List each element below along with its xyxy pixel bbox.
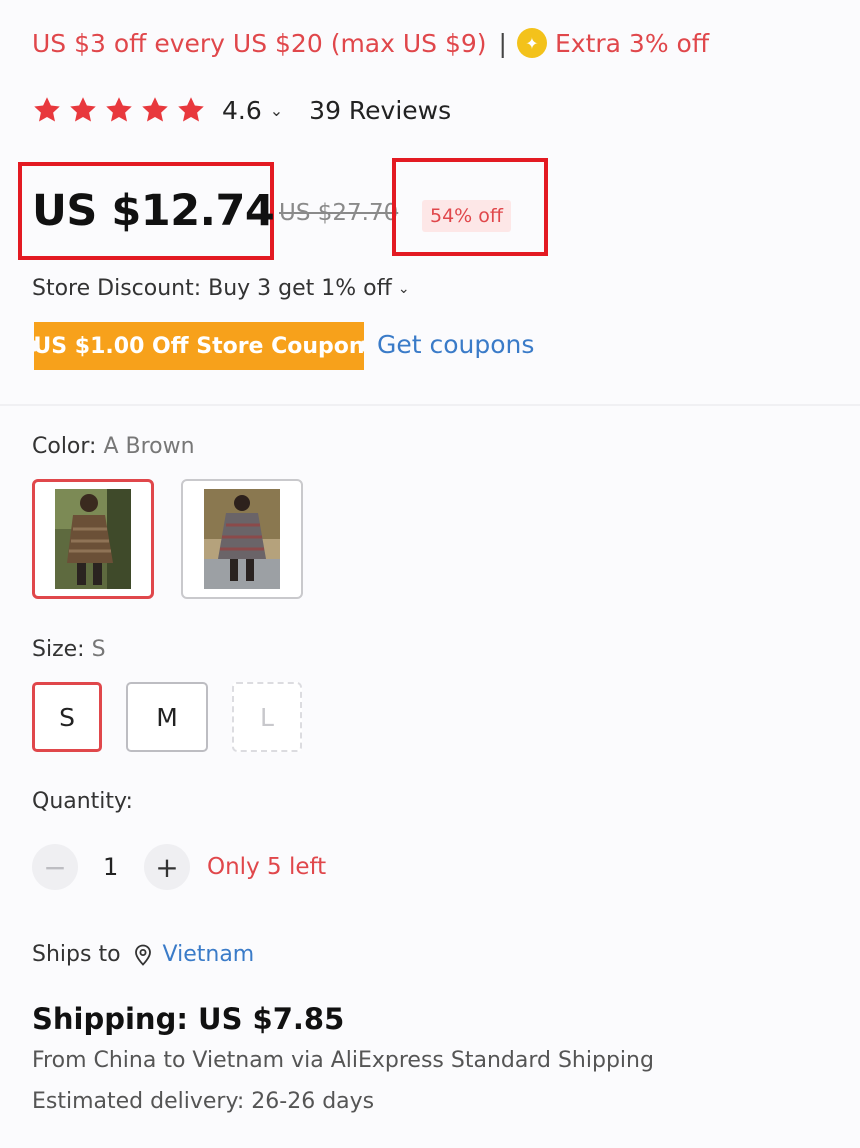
get-coupons-link[interactable]: Get coupons [377, 330, 534, 359]
star-icon [106, 97, 132, 122]
star-icon [34, 97, 60, 122]
rating-stars [32, 95, 206, 125]
store-discount-text: Store Discount: Buy 3 get 1% off [32, 276, 392, 301]
size-label-text: Size: [32, 637, 92, 662]
color-label: Color: A Brown [32, 434, 195, 459]
shipping-route: From China to Vietnam via AliExpress Sta… [32, 1048, 654, 1073]
extra-discount-text[interactable]: Extra 3% off [555, 29, 709, 58]
size-value: S [91, 637, 106, 662]
star-icon [178, 97, 204, 122]
color-option-a-brown[interactable] [32, 479, 154, 599]
quantity-minus-button[interactable]: − [32, 844, 78, 890]
promo-separator: | [498, 28, 507, 58]
ships-to-country[interactable]: Vietnam [163, 942, 255, 967]
color-value: A Brown [103, 434, 195, 459]
reviews-link[interactable]: 39 Reviews [309, 96, 451, 125]
size-label: Size: S [32, 637, 106, 662]
section-divider [0, 404, 860, 406]
current-price: US $12.74 [32, 186, 275, 236]
stock-notice: Only 5 left [207, 854, 327, 880]
original-price: US $27.70 [279, 200, 399, 226]
ships-to-row[interactable]: Ships to Vietnam [32, 942, 254, 967]
store-coupon-badge: US $1.00 Off Store Coupon [33, 322, 365, 370]
estimated-delivery: Estimated delivery: 26-26 days [32, 1089, 375, 1114]
store-discount[interactable]: Store Discount: Buy 3 get 1% off ⌄ [32, 276, 410, 301]
shipping-cost: Shipping: US $7.85 [32, 1002, 345, 1036]
product-thumbnail [204, 489, 280, 589]
ships-to-label: Ships to [32, 942, 121, 967]
size-option-m[interactable]: M [126, 682, 208, 752]
promo-text: US $3 off every US $20 (max US $9) [32, 28, 487, 58]
quantity-label: Quantity: [32, 789, 133, 814]
star-icon [142, 97, 168, 122]
location-pin-icon [134, 944, 151, 966]
quantity-plus-button[interactable]: + [144, 844, 190, 890]
star-icon [70, 97, 96, 122]
chevron-down-icon[interactable]: ⌄ [270, 101, 283, 120]
product-thumbnail [55, 489, 131, 589]
size-option-l: L [232, 682, 302, 752]
color-option-b[interactable] [181, 479, 303, 599]
rating-row: 4.6 ⌄ 39 Reviews [32, 92, 451, 128]
size-option-s[interactable]: S [32, 682, 102, 752]
promo-banner: US $3 off every US $20 (max US $9) | ✦ E… [32, 26, 709, 60]
coin-icon: ✦ [516, 28, 547, 58]
rating-score[interactable]: 4.6 [222, 96, 262, 125]
discount-badge: 54% off [422, 200, 511, 232]
color-label-text: Color: [32, 434, 104, 459]
chevron-down-icon: ⌄ [397, 280, 410, 297]
quantity-value[interactable]: 1 [103, 853, 118, 881]
